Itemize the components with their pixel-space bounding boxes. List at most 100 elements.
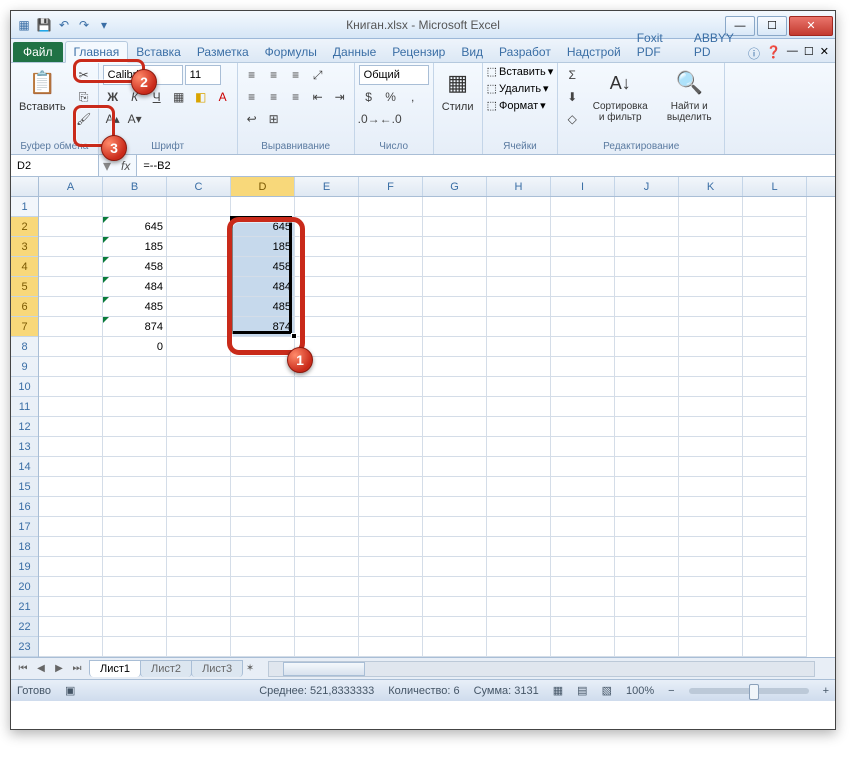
cell-L15[interactable] [743, 477, 807, 497]
cell-G11[interactable] [423, 397, 487, 417]
cell-L3[interactable] [743, 237, 807, 257]
cells-delete-button[interactable]: ⬚ Удалить ▾ [487, 82, 554, 95]
qat-more-icon[interactable]: ▾ [95, 16, 113, 34]
cell-J16[interactable] [615, 497, 679, 517]
cell-I3[interactable] [551, 237, 615, 257]
cell-J3[interactable] [615, 237, 679, 257]
cell-L13[interactable] [743, 437, 807, 457]
cell-D1[interactable] [231, 197, 295, 217]
cell-J10[interactable] [615, 377, 679, 397]
col-header-D[interactable]: D [231, 177, 295, 196]
cell-K12[interactable] [679, 417, 743, 437]
cell-L4[interactable] [743, 257, 807, 277]
cell-E17[interactable] [295, 517, 359, 537]
cell-B4[interactable]: 458 [103, 257, 167, 277]
cell-L1[interactable] [743, 197, 807, 217]
cell-H18[interactable] [487, 537, 551, 557]
cell-I22[interactable] [551, 617, 615, 637]
cell-F2[interactable] [359, 217, 423, 237]
cell-I18[interactable] [551, 537, 615, 557]
cell-F12[interactable] [359, 417, 423, 437]
cell-L7[interactable] [743, 317, 807, 337]
cell-F10[interactable] [359, 377, 423, 397]
sort-filter-button[interactable]: A↓ Сортировка и фильтр [586, 65, 654, 125]
ribbon-window-close-icon[interactable]: ✕ [820, 45, 829, 62]
cell-F3[interactable] [359, 237, 423, 257]
cell-A13[interactable] [39, 437, 103, 457]
horizontal-scrollbar[interactable] [268, 661, 815, 677]
maximize-button[interactable]: ☐ [757, 16, 787, 36]
cell-B8[interactable]: 0 [103, 337, 167, 357]
col-header-H[interactable]: H [487, 177, 551, 196]
help-icon[interactable]: ❓ [766, 45, 781, 62]
cell-D7[interactable]: 874 [231, 317, 295, 337]
cell-B9[interactable] [103, 357, 167, 377]
cell-H21[interactable] [487, 597, 551, 617]
cell-I16[interactable] [551, 497, 615, 517]
cell-E14[interactable] [295, 457, 359, 477]
col-header-A[interactable]: A [39, 177, 103, 196]
cell-A4[interactable] [39, 257, 103, 277]
cell-B17[interactable] [103, 517, 167, 537]
cell-J19[interactable] [615, 557, 679, 577]
cell-D6[interactable]: 485 [231, 297, 295, 317]
cell-E22[interactable] [295, 617, 359, 637]
close-button[interactable]: ✕ [789, 16, 833, 36]
cell-K19[interactable] [679, 557, 743, 577]
cell-J1[interactable] [615, 197, 679, 217]
row-header-13[interactable]: 13 [11, 437, 38, 457]
fill-handle[interactable] [291, 333, 297, 339]
number-format-combo[interactable]: Общий [359, 65, 429, 85]
cell-G13[interactable] [423, 437, 487, 457]
cell-K22[interactable] [679, 617, 743, 637]
col-header-E[interactable]: E [295, 177, 359, 196]
cell-E12[interactable] [295, 417, 359, 437]
decrease-decimal-button[interactable]: ←.0 [381, 109, 401, 129]
cell-J17[interactable] [615, 517, 679, 537]
cells-insert-button[interactable]: ⬚ Вставить ▾ [487, 65, 554, 78]
cell-B2[interactable]: 645 [103, 217, 167, 237]
cell-D17[interactable] [231, 517, 295, 537]
row-header-14[interactable]: 14 [11, 457, 38, 477]
cell-C22[interactable] [167, 617, 231, 637]
cell-A19[interactable] [39, 557, 103, 577]
view-layout-icon[interactable]: ▤ [577, 684, 587, 697]
tab-view[interactable]: Вид [453, 42, 491, 62]
cell-I13[interactable] [551, 437, 615, 457]
cell-J14[interactable] [615, 457, 679, 477]
sheet-tab-Лист3[interactable]: Лист3 [191, 660, 243, 677]
new-sheet-button[interactable]: ✶ [242, 661, 258, 677]
cell-I11[interactable] [551, 397, 615, 417]
cell-B6[interactable]: 485 [103, 297, 167, 317]
cell-D10[interactable] [231, 377, 295, 397]
cell-B1[interactable] [103, 197, 167, 217]
cell-F5[interactable] [359, 277, 423, 297]
cell-A18[interactable] [39, 537, 103, 557]
cell-F17[interactable] [359, 517, 423, 537]
cell-E18[interactable] [295, 537, 359, 557]
sheet-tab-Лист2[interactable]: Лист2 [140, 660, 192, 677]
col-header-F[interactable]: F [359, 177, 423, 196]
cell-A14[interactable] [39, 457, 103, 477]
cell-H1[interactable] [487, 197, 551, 217]
row-header-10[interactable]: 10 [11, 377, 38, 397]
cell-F20[interactable] [359, 577, 423, 597]
cell-L9[interactable] [743, 357, 807, 377]
format-painter-button[interactable]: 🖌 [74, 109, 94, 129]
cells-area[interactable]: 6456451851854584584844844854858748740 [39, 197, 835, 657]
cell-A6[interactable] [39, 297, 103, 317]
cell-G6[interactable] [423, 297, 487, 317]
cell-F11[interactable] [359, 397, 423, 417]
cell-B18[interactable] [103, 537, 167, 557]
cell-G1[interactable] [423, 197, 487, 217]
cell-B19[interactable] [103, 557, 167, 577]
cell-J20[interactable] [615, 577, 679, 597]
cell-C15[interactable] [167, 477, 231, 497]
cell-D5[interactable]: 484 [231, 277, 295, 297]
cell-F23[interactable] [359, 637, 423, 657]
select-all-corner[interactable] [11, 177, 39, 196]
cell-A2[interactable] [39, 217, 103, 237]
cell-H13[interactable] [487, 437, 551, 457]
cell-D14[interactable] [231, 457, 295, 477]
cell-D21[interactable] [231, 597, 295, 617]
